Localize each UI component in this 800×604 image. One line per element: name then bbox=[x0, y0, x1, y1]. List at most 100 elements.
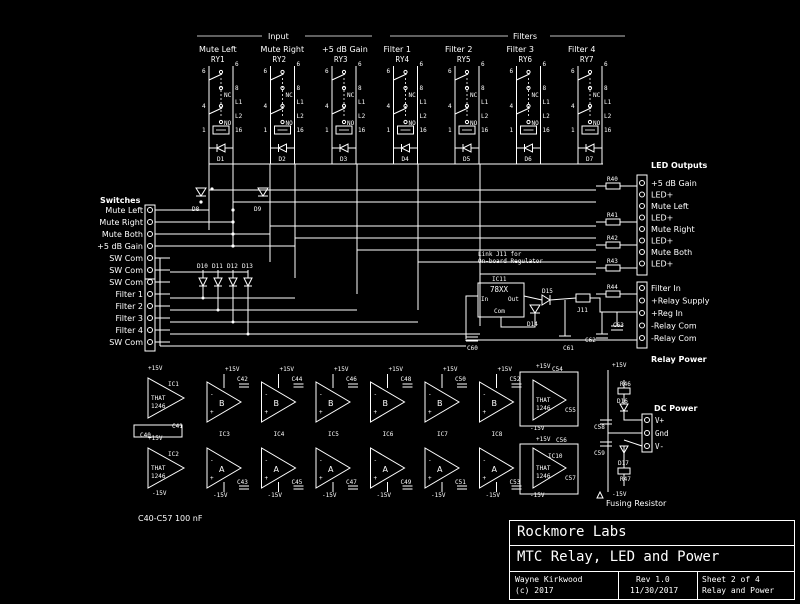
pin-label: 6 bbox=[297, 61, 301, 68]
svg-text:+15V: +15V bbox=[612, 362, 627, 369]
pin-label: L1 bbox=[604, 99, 612, 106]
diode-ref: D4 bbox=[402, 156, 410, 163]
resistor-ref: R44 bbox=[607, 284, 618, 291]
pin-label: 4 bbox=[448, 103, 452, 110]
pin-label: 4 bbox=[571, 103, 575, 110]
led-pin: LED+ bbox=[651, 260, 673, 269]
pin-label: 4 bbox=[202, 103, 206, 110]
pin-label: L2 bbox=[543, 113, 551, 120]
switch-pin: Filter 4 bbox=[116, 326, 143, 335]
led-outputs-title: LED Outputs bbox=[651, 161, 708, 170]
revision: Rev 1.0 bbox=[636, 575, 670, 584]
pin-label: 6 bbox=[543, 61, 547, 68]
pin-label: 6 bbox=[510, 68, 514, 75]
relay-power-pin: +Reg In bbox=[651, 309, 683, 318]
supply-label: +15V bbox=[225, 366, 240, 373]
plus-input: + bbox=[483, 409, 487, 416]
switch-pin: Mute Both bbox=[102, 230, 143, 239]
svg-text:V+: V+ bbox=[655, 416, 665, 425]
supply-label: -15V bbox=[486, 492, 501, 499]
pin-label: 6 bbox=[264, 68, 268, 75]
pin-label: L2 bbox=[420, 113, 428, 120]
relay-name: Filter 4 bbox=[568, 45, 595, 54]
switch-pin: Filter 1 bbox=[116, 290, 143, 299]
sheet-number: Sheet 2 of 4 bbox=[702, 575, 760, 584]
relay-power-pin: Filter In bbox=[651, 284, 681, 293]
d9-label: D9 bbox=[254, 206, 262, 213]
diode-ref: D5 bbox=[463, 156, 471, 163]
svg-text:In: In bbox=[481, 296, 489, 303]
channel-label: B bbox=[437, 399, 443, 408]
channel-label: B bbox=[492, 399, 498, 408]
svg-text:Gnd: Gnd bbox=[655, 429, 669, 438]
relay-ref: RY6 bbox=[519, 55, 533, 64]
pin-label: NC bbox=[224, 92, 232, 99]
switch-pin: SW Com bbox=[109, 278, 143, 287]
pin-label: 8 bbox=[481, 85, 485, 92]
pin-label: 6 bbox=[420, 61, 424, 68]
svg-text:IC11: IC11 bbox=[492, 276, 507, 283]
minus-input: - bbox=[210, 457, 214, 464]
opamp-stage-1: +15V - + B C42 IC3 - + A C43 -15V bbox=[206, 366, 249, 499]
pin-label: 6 bbox=[358, 61, 362, 68]
minus-input: - bbox=[428, 457, 432, 464]
opamp-stage-5: +15V - + B C50 IC7 - + A C51 -15V bbox=[424, 366, 467, 499]
supply-label: +15V bbox=[389, 366, 404, 373]
channel-label: A bbox=[274, 465, 280, 474]
pin-label: 6 bbox=[604, 61, 608, 68]
pin-label: L2 bbox=[297, 113, 305, 120]
that-label: 1246 bbox=[151, 403, 166, 410]
that1246-1: THAT1246 IC1 +15V bbox=[147, 365, 186, 419]
pin-label: 4 bbox=[325, 103, 329, 110]
svg-text:Input: Input bbox=[268, 32, 289, 41]
pin-label: 8 bbox=[358, 85, 362, 92]
pin-label: 4 bbox=[510, 103, 514, 110]
pin-label: 6 bbox=[387, 68, 391, 75]
relay-power-pin: -Relay Com bbox=[651, 334, 697, 343]
opamp-stage-4: +15V - + B C48 IC6 - + A C49 -15V bbox=[370, 366, 413, 499]
switches-connector: Switches Mute Left Mute Right Mute Both +5 … bbox=[97, 196, 170, 352]
fusing-resistor-note: Fusing Resistor bbox=[606, 499, 667, 508]
resistor-ref: R42 bbox=[607, 235, 618, 242]
svg-text:Filters: Filters bbox=[513, 32, 537, 41]
switch-pin: Mute Right bbox=[99, 218, 143, 227]
pin-label: L2 bbox=[604, 113, 612, 120]
relay-ref: RY4 bbox=[396, 55, 410, 64]
pin-label: 6 bbox=[202, 68, 206, 75]
plus-input: + bbox=[374, 409, 378, 416]
ic-ref: IC6 bbox=[383, 431, 394, 438]
relay-ref: RY2 bbox=[273, 55, 287, 64]
supply-label: -15V bbox=[152, 490, 167, 497]
channel-label: B bbox=[274, 399, 280, 408]
minus-input: - bbox=[374, 391, 378, 398]
cap-ref: C51 bbox=[455, 479, 466, 486]
pin-label: 16 bbox=[481, 127, 489, 134]
plus-input: + bbox=[210, 475, 214, 482]
pin-label: NC bbox=[286, 92, 294, 99]
schematic-canvas: Input Filters Mute LeftRY168NC4NOL1L261 1… bbox=[97, 32, 710, 523]
plus-input: + bbox=[374, 475, 378, 482]
channel-label: A bbox=[383, 465, 389, 474]
svg-text:V-: V- bbox=[655, 442, 664, 451]
title-block: Rockmore Labs MTC Relay, LED and Power W… bbox=[509, 520, 795, 600]
channel-label: A bbox=[492, 465, 498, 474]
dc-power-title: DC Power bbox=[654, 404, 697, 413]
led-pin: Mute Right bbox=[651, 225, 695, 234]
svg-text:Out: Out bbox=[508, 296, 519, 303]
pin-label: L1 bbox=[235, 99, 243, 106]
led-pin: Mute Both bbox=[651, 248, 692, 257]
pin-label: L1 bbox=[481, 99, 489, 106]
supply-label: +15V bbox=[334, 366, 349, 373]
svg-text:R47: R47 bbox=[620, 476, 631, 483]
supply-label: -15V bbox=[322, 492, 337, 499]
svg-text:C61: C61 bbox=[563, 345, 574, 352]
supply-label: -15V bbox=[268, 492, 283, 499]
led-pin: +5 dB Gain bbox=[651, 179, 697, 188]
pin-label: 8 bbox=[543, 85, 547, 92]
author: Wayne Kirkwood bbox=[515, 575, 583, 584]
supply-label: +15V bbox=[280, 366, 295, 373]
switch-pin: Mute Left bbox=[105, 206, 143, 215]
pin-label: 8 bbox=[235, 85, 239, 92]
minus-input: - bbox=[483, 457, 487, 464]
relay-name: Filter 3 bbox=[507, 45, 534, 54]
